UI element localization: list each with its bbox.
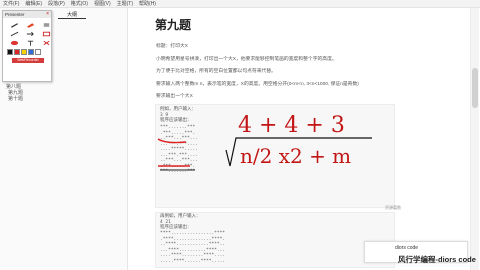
swatch-blue[interactable]: [28, 49, 34, 55]
menu-file[interactable]: 文件(F): [3, 0, 19, 7]
menu-bar: 文件(F) 编辑(E) 段落(P) 格式(O) 视图(V) 主题(T) 帮助(H…: [0, 0, 480, 8]
menu-view[interactable]: 视图(V): [94, 0, 111, 7]
presenter-title: Presenter: [5, 12, 25, 17]
line-icon[interactable]: [7, 30, 21, 37]
rect-icon[interactable]: [39, 30, 53, 37]
intro-line-4: 要求输入两个整数m n，表示笔的宽度，X的高度。用空格分开(0<m<n, 3<n…: [156, 82, 359, 87]
text-icon[interactable]: [23, 39, 37, 46]
intro-line-1: 标题：打印大X: [156, 44, 188, 49]
menu-paragraph[interactable]: 段落(P): [48, 0, 65, 7]
scrollbar-thumb[interactable]: [472, 68, 478, 108]
example-1-output: ***.......*** .***.....***. ..***...***.…: [160, 125, 198, 174]
clear-icon[interactable]: [39, 39, 53, 46]
swatch-yellow[interactable]: [21, 49, 27, 55]
swatch-white[interactable]: [35, 49, 41, 55]
close-icon[interactable]: ×: [46, 11, 49, 18]
intro-line-3: 为了便于比对空格，所有的空白位置都以句点符来代替。: [156, 69, 276, 74]
pen-icon[interactable]: [7, 21, 21, 28]
presenter-label: WebRecorder: [12, 58, 44, 63]
eraser-icon[interactable]: [39, 21, 53, 28]
example-2-output: ****................**** .****..........…: [160, 231, 226, 264]
swatch-red[interactable]: [14, 49, 20, 55]
tab-outline[interactable]: 大纲: [58, 11, 86, 19]
example-1-heading: 例如，用户输入： 3 9 程序应该输出：: [160, 107, 196, 123]
intro-line-5: 要求输出一个大X: [156, 94, 193, 99]
highlighter-icon[interactable]: [23, 21, 37, 28]
presenter-title-bar[interactable]: Presenter ×: [3, 11, 51, 18]
outline-list: 第八题 第九题 第十题: [4, 84, 23, 102]
menu-format[interactable]: 格式(O): [71, 0, 88, 7]
example-2-heading: 再例如，用户输入： 4 21 程序应该输出：: [160, 214, 201, 230]
menu-help[interactable]: 帮助(H): [139, 0, 156, 7]
watermark-title: diors code: [395, 245, 419, 251]
menu-edit[interactable]: 编辑(E): [25, 0, 42, 7]
watermark-text: 风行学编程-diors code: [398, 255, 476, 264]
page-title: 第九题: [155, 18, 192, 32]
doc-badge: 资源篇数: [385, 205, 401, 210]
presenter-toolbar[interactable]: Presenter × WebRecorder: [2, 10, 52, 82]
arrow-icon[interactable]: [23, 30, 37, 37]
ellipse-icon[interactable]: [7, 39, 21, 46]
outline-item-10[interactable]: 第十题: [4, 96, 23, 102]
scrollbar[interactable]: [470, 8, 479, 270]
intro-line-2: 小明希望用星号拼凑，打印出一个大X，他要求能够控制笔画的宽度和整个字的高度。: [156, 57, 337, 62]
menu-theme[interactable]: 主题(T): [117, 0, 133, 7]
swatch-black[interactable]: [7, 49, 13, 55]
